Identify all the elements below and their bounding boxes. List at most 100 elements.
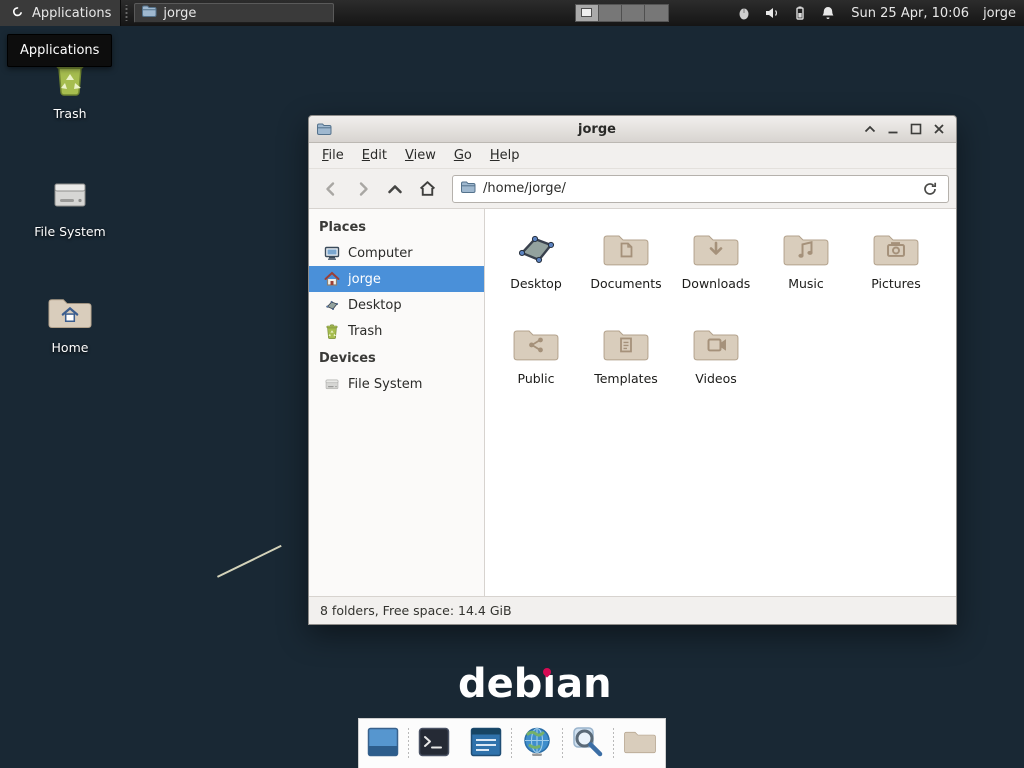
applications-menu-button[interactable]: Applications <box>0 0 121 26</box>
dock-file-manager[interactable] <box>623 726 657 762</box>
file-list: DesktopDocumentsDownloadsMusicPictures Pu… <box>485 209 956 596</box>
menu-edit[interactable]: Edit <box>353 145 396 166</box>
magnifier-icon <box>572 726 604 762</box>
sidebar-item-label: jorge <box>348 272 381 287</box>
file-templates[interactable]: Templates <box>581 316 671 411</box>
downloads-folder-icon <box>692 226 740 268</box>
workspace-pager <box>575 4 669 22</box>
pager-window <box>581 8 592 17</box>
documents-folder-icon <box>602 226 650 268</box>
file-pictures[interactable]: Pictures <box>851 221 941 316</box>
dock-desktop-window[interactable] <box>367 726 399 762</box>
sidebar-item-label: File System <box>348 377 422 392</box>
volume-icon[interactable] <box>763 4 781 22</box>
window-folder-icon <box>141 3 157 23</box>
window-icon <box>367 727 399 761</box>
status-text: 8 folders, Free space: 14.4 GiB <box>320 603 512 618</box>
up-button[interactable] <box>380 174 410 204</box>
address-text: /home/jorge/ <box>483 181 912 196</box>
sidebar-item-computer[interactable]: Computer <box>309 240 484 266</box>
home-icon <box>324 271 340 287</box>
menubar: FileEditViewGoHelp <box>309 143 956 169</box>
desktop-folder-icon <box>512 226 560 268</box>
forward-button[interactable] <box>348 174 378 204</box>
dock-separator <box>460 728 461 760</box>
applications-tooltip: Applications <box>7 34 112 67</box>
menu-help[interactable]: Help <box>481 145 529 166</box>
dock-separator <box>613 728 614 760</box>
reload-icon[interactable] <box>919 178 941 200</box>
menu-file[interactable]: File <box>313 145 353 166</box>
file-public[interactable]: Public <box>491 316 581 411</box>
workspace-1[interactable] <box>576 5 599 21</box>
battery-icon[interactable] <box>791 4 809 22</box>
file-manager-window: jorge FileEditViewGoHelp /home/jorge/ <box>308 115 957 625</box>
sidebar-item-label: Computer <box>348 246 413 261</box>
statusbar: 8 folders, Free space: 14.4 GiB <box>309 596 956 624</box>
desktop: Applications jorge Sun 25 Apr, 10:06 jor… <box>0 0 1024 768</box>
dock-web-browser[interactable] <box>521 726 553 762</box>
address-folder-icon <box>460 179 476 199</box>
home-button[interactable] <box>412 174 442 204</box>
music-folder-icon <box>782 226 830 268</box>
dock-separator <box>511 728 512 760</box>
sidebar-item-desktop[interactable]: Desktop <box>309 292 484 318</box>
filesystem-icon <box>50 174 90 218</box>
minimize-button[interactable] <box>883 119 903 139</box>
sidebar: PlacesComputerjorgeDesktopTrashDevicesFi… <box>309 209 485 596</box>
home-icon <box>47 294 93 334</box>
pictures-folder-icon <box>872 226 920 268</box>
file-videos[interactable]: Videos <box>671 316 761 411</box>
dock-settings-window[interactable] <box>469 726 501 762</box>
file-documents[interactable]: Documents <box>581 221 671 316</box>
sidebar-item-trash[interactable]: Trash <box>309 318 484 344</box>
workspace-3[interactable] <box>622 5 645 21</box>
file-desktop[interactable]: Desktop <box>491 221 581 316</box>
workspace-4[interactable] <box>645 5 668 21</box>
sidebar-item-file-system[interactable]: File System <box>309 371 484 397</box>
maximize-button[interactable] <box>906 119 926 139</box>
debian-swirl <box>542 666 553 677</box>
sidebar-item-label: Trash <box>348 324 382 339</box>
public-folder-icon <box>512 321 560 363</box>
drive-icon <box>324 376 340 392</box>
window-folder-icon <box>316 121 334 137</box>
file-downloads[interactable]: Downloads <box>671 221 761 316</box>
taskbar-window-button[interactable]: jorge <box>134 3 334 23</box>
stray-line-artifact <box>217 545 282 578</box>
videos-folder-icon <box>692 321 740 363</box>
mouse-icon[interactable] <box>735 4 753 22</box>
window-titlebar[interactable]: jorge <box>309 116 956 143</box>
window-title: jorge <box>334 122 860 137</box>
dock-terminal[interactable] <box>418 726 450 762</box>
window-lines-icon <box>470 727 502 761</box>
session-user-label[interactable]: jorge <box>983 6 1016 21</box>
desktop-icon <box>324 299 340 312</box>
terminal-icon <box>418 727 450 761</box>
clock[interactable]: Sun 25 Apr, 10:06 <box>851 6 969 21</box>
panel-handle <box>124 5 129 21</box>
desktop-icon-file-system[interactable]: File System <box>26 174 114 239</box>
menu-go[interactable]: Go <box>445 145 481 166</box>
desktop-icon-home[interactable]: Home <box>26 294 114 355</box>
notifications-bell-icon[interactable] <box>819 4 837 22</box>
dock-app-finder[interactable] <box>572 726 604 762</box>
close-button[interactable] <box>929 119 949 139</box>
dock-separator <box>408 728 409 760</box>
sidebar-header-places: Places <box>309 213 484 240</box>
back-button[interactable] <box>316 174 346 204</box>
shade-button[interactable] <box>860 119 880 139</box>
taskbar-window-label: jorge <box>163 6 196 21</box>
applications-menu-icon <box>9 3 26 24</box>
panel-tray-area: Sun 25 Apr, 10:06 jorge <box>575 4 1024 22</box>
menu-view[interactable]: View <box>396 145 445 166</box>
address-bar[interactable]: /home/jorge/ <box>452 175 949 203</box>
file-music[interactable]: Music <box>761 221 851 316</box>
top-panel: Applications jorge Sun 25 Apr, 10:06 jor… <box>0 0 1024 26</box>
sidebar-item-jorge[interactable]: jorge <box>309 266 484 292</box>
applications-menu-label: Applications <box>32 6 111 21</box>
folder-icon <box>623 728 657 759</box>
toolbar: /home/jorge/ <box>309 169 956 209</box>
workspace-2[interactable] <box>599 5 622 21</box>
debian-logo: debıan <box>458 661 612 707</box>
